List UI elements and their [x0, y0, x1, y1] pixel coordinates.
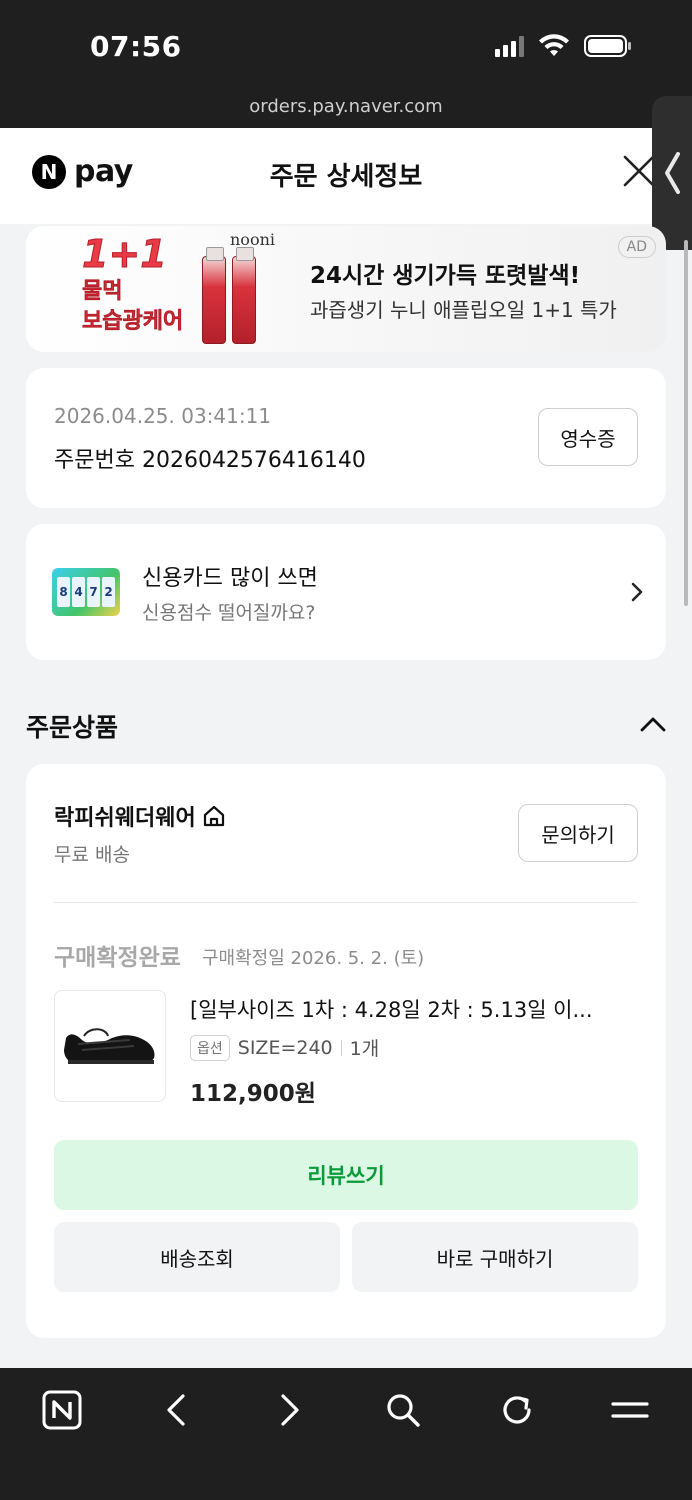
chevron-up-icon[interactable]	[640, 716, 666, 732]
back-icon[interactable]	[154, 1388, 198, 1432]
status-bar: 07:56	[0, 0, 692, 90]
delivery-tracking-button[interactable]: 배송조회	[54, 1222, 340, 1292]
order-info-card: 2026.04.25. 03:41:11 주문번호 20260425764161…	[26, 368, 666, 508]
ad-promo-line1: 물먹	[82, 279, 123, 304]
signal-icon	[495, 35, 524, 57]
side-panel-tab[interactable]	[652, 96, 692, 250]
ad-promo-big: 1+1	[81, 232, 167, 277]
page-title: 주문 상세정보	[269, 162, 423, 192]
credit-promo-subtitle: 신용점수 떨어질까요?	[142, 602, 316, 624]
credit-digit: 7	[87, 577, 100, 607]
ad-subtitle: 과즙생기 누니 애플립오일 1+1 특가	[310, 298, 617, 322]
url-bar[interactable]: orders.pay.naver.com	[0, 90, 692, 128]
order-number: 주문번호 2026042576416140	[54, 448, 366, 473]
status-time: 07:56	[90, 30, 182, 63]
battery-icon	[584, 34, 632, 58]
buy-again-button[interactable]: 바로 구매하기	[352, 1222, 638, 1292]
ad-title: 24시간 생기가득 또렷발색!	[310, 263, 581, 289]
store-name: 락피쉬웨더웨어	[54, 806, 196, 831]
shoe-icon	[64, 1028, 155, 1064]
forward-icon[interactable]	[268, 1388, 312, 1432]
product-bottle-image	[232, 247, 256, 344]
home-icon	[203, 805, 224, 827]
chevron-right-icon	[631, 582, 643, 602]
option-separator	[340, 1039, 342, 1056]
product-thumbnail[interactable]	[54, 990, 166, 1102]
shipping-info: 무료 배송	[54, 844, 130, 866]
close-icon	[623, 155, 655, 187]
close-button[interactable]	[622, 154, 656, 188]
ad-promo-line2: 보습광케어	[82, 308, 184, 334]
wifi-icon	[538, 34, 570, 58]
credit-digit: 4	[72, 577, 85, 607]
url-text[interactable]: orders.pay.naver.com	[0, 96, 692, 117]
search-icon[interactable]	[381, 1388, 425, 1432]
ad-promo-text: 1+1 물먹 보습광케어	[81, 232, 184, 335]
credit-digit: 8	[57, 577, 70, 607]
product-bottle-image	[202, 247, 226, 344]
credit-score-promo[interactable]: 8 4 7 2 신용카드 많이 쓰면 신용점수 떨어질까요?	[26, 524, 666, 660]
status-icons	[495, 34, 632, 58]
scrollbar[interactable]	[684, 240, 688, 606]
purchase-status: 구매확정완료	[54, 945, 181, 971]
receipt-button[interactable]: 영수증	[538, 408, 638, 466]
product-price: 112,900원	[190, 1081, 316, 1107]
option-quantity: 1개	[349, 1038, 380, 1060]
refresh-icon[interactable]	[495, 1388, 539, 1432]
naver-n-icon[interactable]	[40, 1388, 84, 1432]
product-name[interactable]: [일부사이즈 1차 : 4.28일 2차 : 5.13일 이...	[190, 994, 638, 1024]
write-review-button[interactable]: 리뷰쓰기	[54, 1140, 638, 1210]
order-product-card: 락피쉬웨더웨어 무료 배송 문의하기 구매확정완료 구매확정일 2026. 5.…	[26, 764, 666, 1338]
divider	[54, 902, 638, 903]
credit-counter-icon: 8 4 7 2	[52, 568, 120, 616]
purchase-confirm-date: 구매확정일 2026. 5. 2. (토)	[202, 948, 425, 969]
credit-digit: 2	[102, 577, 115, 607]
page-header: N pay 주문 상세정보	[0, 128, 692, 224]
section-title-order-items: 주문상품	[26, 713, 119, 742]
option-badge: 옵션	[190, 1034, 230, 1061]
order-datetime: 2026.04.25. 03:41:11	[54, 404, 272, 428]
inquiry-button[interactable]: 문의하기	[518, 804, 638, 862]
menu-icon[interactable]	[608, 1388, 652, 1432]
chevron-left-icon	[665, 152, 680, 194]
browser-toolbar	[0, 1368, 692, 1500]
ad-banner[interactable]: 1+1 물먹 보습광케어 nooni 24시간 생기가득 또렷발색! 과즙생기 …	[26, 226, 666, 352]
option-value: SIZE=240	[237, 1036, 333, 1059]
store-name-link[interactable]: 락피쉬웨더웨어	[54, 800, 226, 832]
ad-badge: AD	[617, 236, 656, 258]
product-option-row: 옵션 SIZE=240 1개	[190, 1034, 379, 1061]
credit-promo-title: 신용카드 많이 쓰면	[142, 566, 318, 591]
